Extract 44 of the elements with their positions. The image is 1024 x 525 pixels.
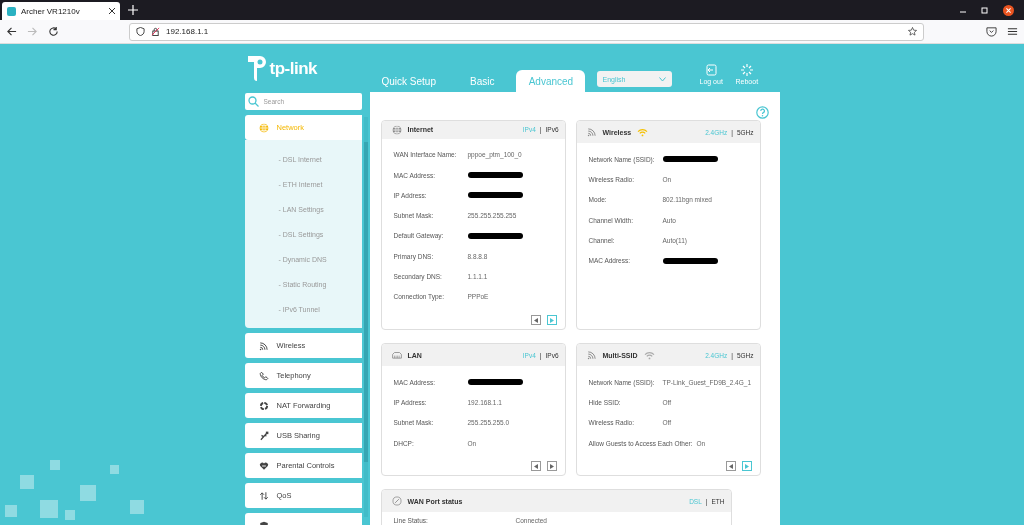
ring-icon xyxy=(258,400,269,411)
back-icon[interactable] xyxy=(6,26,17,37)
close-icon[interactable] xyxy=(1003,4,1014,16)
lock-icon xyxy=(151,27,160,36)
left-triangle-icon xyxy=(533,317,538,323)
left-triangle-icon xyxy=(533,463,538,469)
heart-icon xyxy=(258,460,269,471)
brand-logo-text: tp-link xyxy=(269,59,317,79)
usb-icon xyxy=(258,430,269,441)
favicon-icon xyxy=(7,6,16,16)
gauge-icon xyxy=(391,496,402,507)
left-triangle-icon xyxy=(728,463,733,469)
right-triangle-icon xyxy=(549,463,554,469)
previous-button[interactable] xyxy=(725,461,736,472)
address-bar[interactable]: 192.168.1.1 xyxy=(129,22,924,41)
right-triangle-icon xyxy=(549,317,554,323)
nav-tab[interactable]: Basic xyxy=(458,70,507,92)
browser-tab[interactable]: Archer VR1210v xyxy=(2,2,120,20)
up-down-arrows-icon xyxy=(258,490,269,501)
menu-icon[interactable] xyxy=(1007,26,1018,37)
logout-icon xyxy=(705,64,718,76)
nav-tab[interactable]: Quick Setup xyxy=(369,70,448,92)
nav-tab[interactable]: Advanced xyxy=(516,70,586,92)
globe-icon xyxy=(258,122,269,133)
next-button[interactable] xyxy=(546,461,557,472)
star-icon[interactable] xyxy=(908,27,917,36)
pocket-icon[interactable] xyxy=(986,26,997,37)
caret-icon xyxy=(658,76,666,82)
phone-icon xyxy=(258,370,269,381)
reload-icon[interactable] xyxy=(48,26,59,37)
ethernet-port-icon xyxy=(391,350,402,360)
signal-icon xyxy=(586,127,597,137)
previous-button[interactable] xyxy=(530,315,541,325)
search-icon xyxy=(247,96,259,107)
restore-icon[interactable] xyxy=(981,6,989,14)
globe-icon xyxy=(391,124,402,135)
new-tab-icon[interactable] xyxy=(128,5,138,15)
close-icon[interactable] xyxy=(109,8,115,14)
signal-icon xyxy=(258,340,269,351)
right-triangle-icon xyxy=(744,463,749,469)
previous-button[interactable] xyxy=(530,461,541,472)
signal-icon xyxy=(586,350,597,360)
reboot-icon xyxy=(740,64,753,76)
scrollbar[interactable] xyxy=(363,142,368,462)
